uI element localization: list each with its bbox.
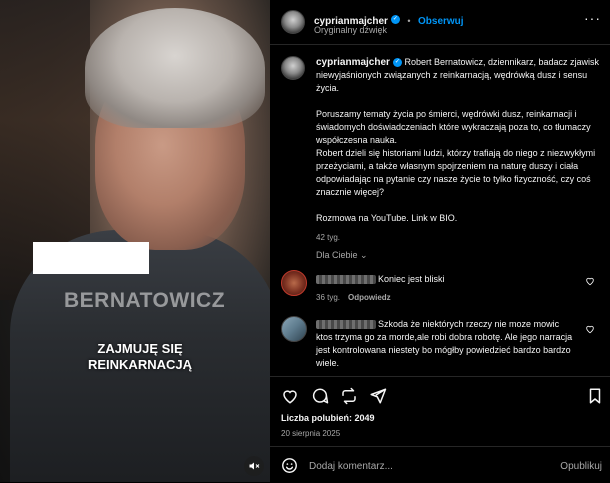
add-comment-bar: Dodaj komentarz... Opublikuj bbox=[270, 446, 610, 483]
for-you-toggle[interactable]: Dla Ciebie ⌄ bbox=[316, 250, 368, 261]
caption-author-avatar[interactable] bbox=[281, 56, 305, 80]
reply-button[interactable]: Odpowiedz bbox=[348, 293, 391, 302]
post-actions-bar bbox=[270, 376, 610, 417]
comment-input[interactable]: Dodaj komentarz... bbox=[309, 461, 393, 472]
video-caption-line1: ZAJMUJĘ SIĘ bbox=[97, 341, 183, 356]
comment-meta: 36 tyg. Odpowiedz bbox=[316, 291, 576, 304]
comment-time: 36 tyg. bbox=[316, 293, 341, 302]
caption-paragraph-2: Robert dzieli się historiami ludzi, któr… bbox=[316, 148, 596, 197]
caption-paragraph-1: Poruszamy tematy życia po śmierci, wędró… bbox=[316, 109, 591, 145]
video-subject-hair bbox=[85, 8, 265, 128]
commenter-avatar[interactable] bbox=[281, 270, 307, 296]
commenter-avatar[interactable] bbox=[281, 316, 307, 342]
likes-count[interactable]: Liczba polubień: 2049 bbox=[281, 413, 375, 423]
caption-text: cyprianmajcher ✓ Robert Bernatowicz, dzie… bbox=[316, 56, 606, 244]
comment-body: Koniec jest bliski 36 tyg. Odpowiedz bbox=[316, 273, 576, 304]
caption-timestamp: 42 tyg. bbox=[316, 233, 341, 242]
redacted-username bbox=[316, 320, 376, 330]
repost-icon[interactable] bbox=[340, 387, 358, 405]
video-name-overlay: BERNATOWICZ bbox=[64, 289, 226, 312]
verified-badge-icon: ✓ bbox=[392, 58, 402, 68]
save-bookmark-icon[interactable] bbox=[586, 387, 604, 405]
comment-bubble-icon[interactable] bbox=[311, 387, 329, 405]
header-separator: • bbox=[407, 16, 411, 26]
post-video[interactable]: BERNATOWICZ ZAJMUJĘ SIĘ REINKARNACJĄ bbox=[0, 0, 270, 482]
video-caption-line2: REINKARNACJĄ bbox=[87, 357, 192, 372]
more-options-button[interactable]: ··· bbox=[584, 11, 601, 25]
verified-badge-icon: ✓ bbox=[390, 15, 400, 25]
comment-body: Szkoda że niektórych rzeczy nie moze mow… bbox=[316, 318, 576, 370]
like-heart-icon[interactable] bbox=[281, 387, 299, 405]
emoji-icon[interactable] bbox=[281, 457, 298, 474]
caption-paragraph-3: Rozmowa na YouTube. Link w BIO. bbox=[316, 213, 458, 223]
comment-like-heart-icon[interactable] bbox=[585, 324, 595, 334]
video-redaction-box bbox=[33, 242, 149, 274]
comment-text: Koniec jest bliski bbox=[378, 274, 445, 284]
post-date: 20 sierpnia 2025 bbox=[281, 429, 341, 438]
caption-author-username[interactable]: cyprianmajcher bbox=[316, 57, 390, 68]
comment-like-heart-icon[interactable] bbox=[585, 276, 595, 286]
author-avatar[interactable] bbox=[281, 10, 305, 34]
post-comment-button[interactable]: Opublikuj bbox=[560, 461, 602, 472]
post-side-panel: cyprianmajcher ✓ • Obserwuj Oryginalny dź… bbox=[270, 0, 610, 482]
share-send-icon[interactable] bbox=[369, 387, 387, 405]
post-header: cyprianmajcher ✓ • Obserwuj Oryginalny dź… bbox=[270, 0, 610, 45]
follow-button[interactable]: Obserwuj bbox=[418, 16, 464, 27]
speaker-muted-icon bbox=[249, 462, 260, 470]
original-audio-link[interactable]: Oryginalny dźwięk bbox=[314, 25, 387, 35]
video-caption-overlay: ZAJMUJĘ SIĘ REINKARNACJĄ bbox=[80, 341, 200, 373]
redacted-username bbox=[316, 275, 376, 285]
mute-button[interactable] bbox=[244, 456, 264, 476]
